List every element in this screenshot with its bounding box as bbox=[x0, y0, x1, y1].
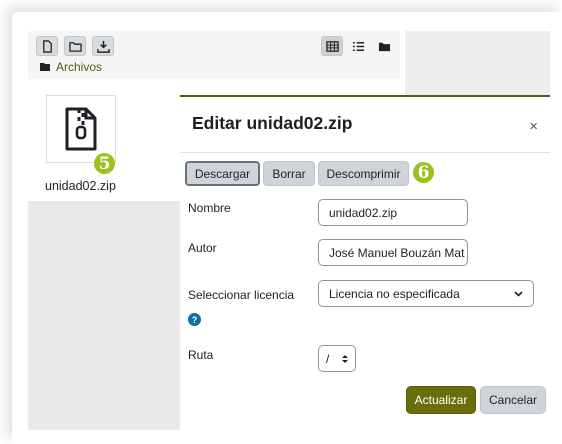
sort-arrows-icon bbox=[342, 354, 348, 363]
folder-view-button[interactable] bbox=[373, 36, 395, 56]
breadcrumb: Archivos bbox=[40, 60, 102, 74]
grid-view-icon bbox=[325, 40, 339, 52]
edit-file-dialog: Editar unidad02.zip × Descargar Borrar D… bbox=[180, 95, 550, 430]
path-select-value: / bbox=[326, 351, 330, 366]
path-select[interactable]: / bbox=[318, 345, 356, 372]
file-manager-toolbar: Archivos bbox=[28, 31, 400, 79]
new-file-icon bbox=[42, 39, 52, 53]
author-field[interactable]: José Manuel Bouzán Mat bbox=[318, 239, 468, 266]
path-label: Ruta bbox=[188, 348, 214, 362]
step-badge-6: 6 bbox=[413, 162, 434, 183]
breadcrumb-archivos[interactable]: Archivos bbox=[56, 60, 102, 74]
dialog-title: Editar unidad02.zip bbox=[192, 113, 353, 133]
folder-icon bbox=[40, 63, 50, 71]
cancel-button[interactable]: Cancelar bbox=[480, 386, 546, 414]
download-all-button[interactable] bbox=[92, 36, 114, 56]
file-name[interactable]: unidad02.zip bbox=[45, 179, 116, 193]
folder-view-icon bbox=[378, 42, 390, 51]
dialog-divider bbox=[180, 152, 550, 153]
list-view-icon bbox=[352, 41, 364, 51]
name-field[interactable]: unidad02.zip bbox=[318, 199, 468, 226]
list-view-button[interactable] bbox=[347, 36, 369, 56]
zip-file-icon bbox=[65, 107, 97, 151]
help-icon[interactable]: ? bbox=[188, 313, 201, 326]
new-folder-icon bbox=[68, 41, 82, 52]
file-item[interactable]: unidad02.zip bbox=[28, 79, 180, 201]
download-button[interactable]: Descargar bbox=[185, 161, 260, 186]
download-icon bbox=[96, 40, 110, 53]
delete-button[interactable]: Borrar bbox=[263, 161, 315, 186]
new-file-button[interactable] bbox=[36, 36, 58, 56]
name-label: Nombre bbox=[188, 201, 231, 215]
license-label: Seleccionar licencia bbox=[188, 288, 295, 302]
close-icon[interactable]: × bbox=[529, 118, 538, 135]
unzip-button[interactable]: Descomprimir bbox=[318, 161, 409, 186]
update-button[interactable]: Actualizar bbox=[406, 386, 476, 414]
grid-view-button[interactable] bbox=[321, 36, 343, 56]
license-select-value: Licencia no especificada bbox=[329, 286, 460, 301]
step-badge-5: 5 bbox=[94, 153, 115, 174]
author-label: Autor bbox=[188, 241, 217, 255]
license-select[interactable]: Licencia no especificada bbox=[318, 280, 534, 307]
new-folder-button[interactable] bbox=[64, 36, 86, 56]
header-region bbox=[405, 31, 550, 95]
chevron-down-icon bbox=[514, 290, 523, 297]
